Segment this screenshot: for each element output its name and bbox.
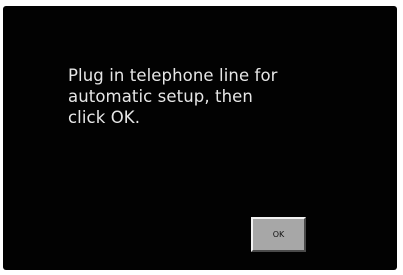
setup-screen: Plug in telephone line for automatic set… [3, 6, 397, 270]
setup-instruction-message: Plug in telephone line for automatic set… [68, 66, 278, 127]
ok-button[interactable]: OK [251, 217, 306, 252]
